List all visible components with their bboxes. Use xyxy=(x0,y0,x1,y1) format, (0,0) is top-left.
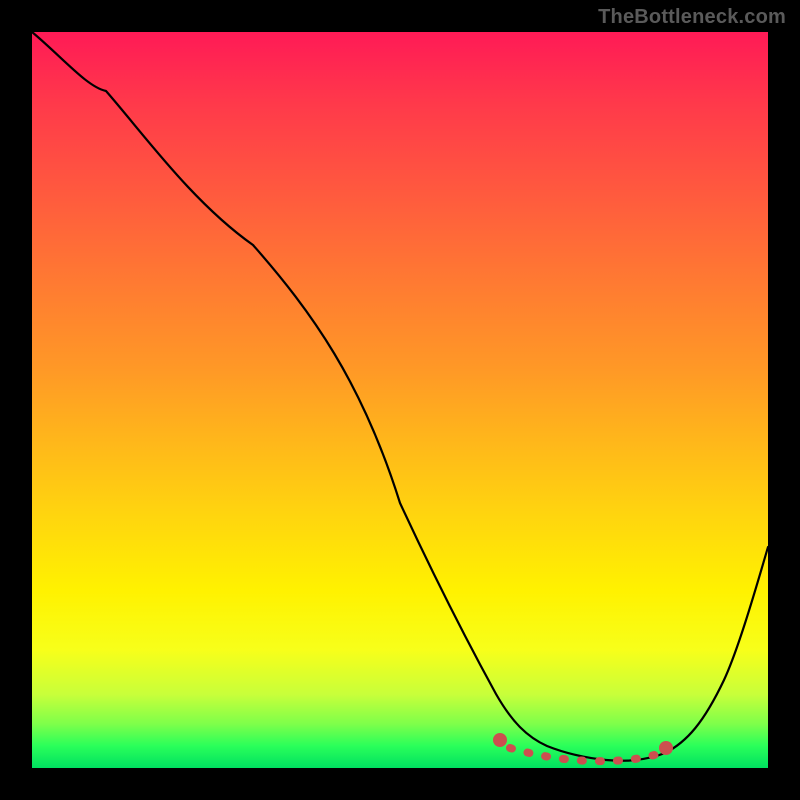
optimal-zone-indicator xyxy=(510,748,658,761)
curve-svg xyxy=(32,32,768,768)
chart-frame: TheBottleneck.com xyxy=(0,0,800,800)
watermark-text: TheBottleneck.com xyxy=(598,6,786,29)
plot-area xyxy=(32,32,768,768)
bottleneck-curve xyxy=(32,32,768,761)
optimal-zone-start-dot xyxy=(493,733,507,747)
optimal-zone-end-dot xyxy=(659,741,673,755)
